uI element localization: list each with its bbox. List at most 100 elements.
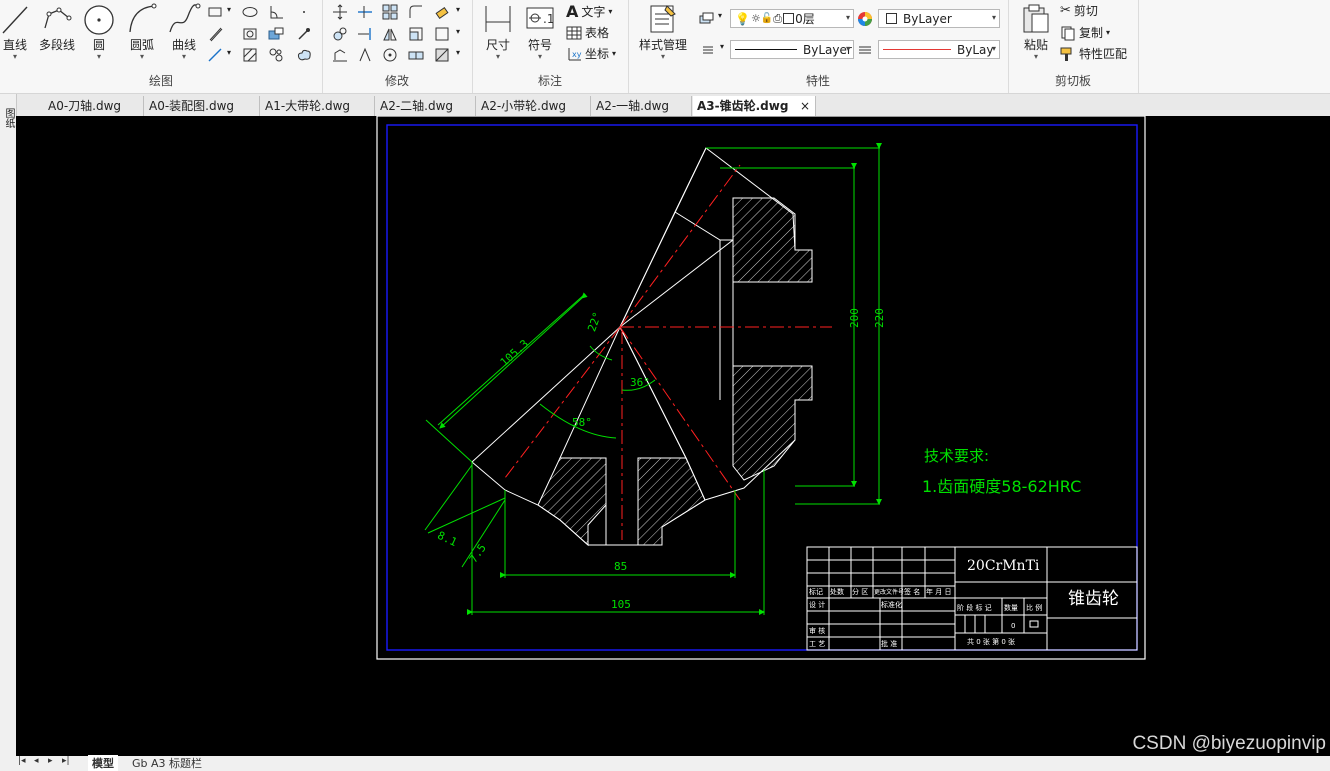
tab-a2-small-pulley[interactable]: A2-小带轮.dwg [477,96,591,116]
paste-dropdown-icon[interactable]: ▾ [1018,53,1054,61]
group-icon[interactable] [268,47,284,63]
layer-dropdown-icon[interactable]: ▾ [846,13,850,22]
nav-prev-icon[interactable]: ◂ [34,756,39,766]
tab-a1-large-pulley[interactable]: A1-大带轮.dwg [261,96,375,116]
tab-close-icon[interactable]: × [800,96,810,116]
table-tool[interactable]: 表格 [566,24,609,41]
polyline-icon [44,7,72,29]
mirror-icon[interactable] [382,26,398,42]
break-icon[interactable] [357,47,373,63]
construction-line-icon[interactable] [207,26,223,42]
tab-a0-knife-shaft[interactable]: A0-刀轴.dwg [44,96,144,116]
tab-a2-shaft-one[interactable]: A2-一轴.dwg [592,96,692,116]
lineweight-list-icon[interactable] [700,41,716,57]
model-tab[interactable]: 模型 [88,755,118,771]
layer-manager-icon[interactable] [698,10,714,26]
layer-combo[interactable]: 💡 ☼ 🔓 ⎙ 0层 ▾ [730,9,854,28]
curve-tool[interactable]: 曲线 ▾ [166,2,202,61]
line-dropdown-icon[interactable]: ▾ [0,53,30,61]
scale-icon[interactable] [408,26,424,42]
explode-icon[interactable] [434,47,450,63]
tb-standard: 标准化 [881,600,902,609]
array-icon[interactable] [382,4,398,20]
tab-a0-assembly[interactable]: A0-装配图.dwg [145,96,260,116]
erase-dropdown-icon[interactable]: ▾ [456,5,460,14]
explode-dropdown-icon[interactable]: ▾ [456,48,460,57]
color-wheel-icon[interactable] [857,11,873,27]
lineweight-list-dropdown-icon[interactable]: ▾ [720,42,724,51]
copy-object-icon[interactable] [332,26,348,42]
text-dropdown-icon[interactable]: ▾ [608,7,612,16]
ray-dropdown-icon[interactable]: ▾ [227,48,231,57]
pick-icon[interactable] [296,26,312,42]
hatch-icon[interactable] [242,47,258,63]
ellipse-icon[interactable] [242,4,258,20]
coordinate-tool[interactable]: xy 坐标 ▾ [566,45,616,62]
erase-icon[interactable] [434,4,450,20]
style-manager-icon [650,5,676,33]
linetype-dropdown-icon[interactable]: ▾ [846,44,850,53]
dim-85: 85 [614,560,627,573]
tb-stage-mark: 阶 段 标 记 [957,603,992,612]
fillet-icon[interactable] [408,4,424,20]
stretch-icon[interactable] [332,47,348,63]
extend-icon[interactable] [357,26,373,42]
dimension-tool[interactable]: 尺寸 ▾ [480,2,516,61]
dimension-dropdown-icon[interactable]: ▾ [480,53,516,61]
line-icon [2,6,28,34]
sun-icon: ☼ [750,12,761,25]
dim-angle-22: 22° [585,310,604,333]
curve-dropdown-icon[interactable]: ▾ [166,53,202,61]
linetype-scale-icon[interactable] [857,42,873,58]
rectangle-icon[interactable] [207,4,223,20]
drawing-canvas[interactable]: 200 220 105.3 22° 36° 58° 8.1 7.5 85 105… [16,116,1330,756]
style-manager-tool[interactable]: 样式管理 ▾ [634,2,692,61]
dim-8-1: 8.1 [435,529,459,549]
paste-tool[interactable]: 粘贴 ▾ [1018,2,1054,61]
offset-icon[interactable] [434,26,450,42]
offset-dropdown-icon[interactable]: ▾ [456,27,460,36]
tab-a3-bevel-gear[interactable]: A3-锥齿轮.dwg × [693,96,816,116]
arc-dropdown-icon[interactable]: ▾ [124,53,160,61]
left-side-strip[interactable]: 图纸 [0,94,17,756]
tb-material: 20CrMnTi [967,558,1040,574]
point-icon[interactable] [296,4,312,20]
color-dropdown-icon[interactable]: ▾ [992,13,996,22]
rectangle-dropdown-icon[interactable]: ▾ [227,5,231,14]
trim-icon[interactable] [357,4,373,20]
rotate-icon[interactable] [382,47,398,63]
lineweight-combo[interactable]: ByLay ▾ [878,40,1000,59]
angle-icon[interactable] [268,4,284,20]
cloud-icon[interactable] [296,47,312,63]
cut-tool[interactable]: ✂ 剪切 [1060,2,1098,19]
color-combo[interactable]: ByLayer ▾ [878,9,1000,28]
layout-tab[interactable]: Gb A3 标题栏 [132,755,202,771]
nav-last-icon[interactable]: ▸| [62,756,70,766]
copy-dropdown-icon[interactable]: ▾ [1106,28,1110,37]
ray-icon[interactable] [207,47,223,63]
style-manager-dropdown-icon[interactable]: ▾ [634,53,692,61]
coordinate-dropdown-icon[interactable]: ▾ [612,49,616,58]
circle-tool[interactable]: 圆 ▾ [82,2,116,61]
symbol-dropdown-icon[interactable]: ▾ [522,53,558,61]
arc-tool[interactable]: 圆弧 ▾ [124,2,160,61]
layer-manager-dropdown-icon[interactable]: ▾ [718,11,722,20]
text-tool[interactable]: A 文字 ▾ [566,2,612,21]
nav-next-icon[interactable]: ▸ [48,756,53,766]
lineweight-dropdown-icon[interactable]: ▾ [992,44,996,53]
table-icon [566,26,582,39]
line-tool[interactable]: 直线 ▾ [0,2,30,61]
polyline-tool[interactable]: 多段线 [36,2,78,53]
symbol-tool[interactable]: .1 符号 ▾ [522,2,558,61]
join-icon[interactable] [408,47,424,63]
circle-dropdown-icon[interactable]: ▾ [82,53,116,61]
properties-panel: 样式管理 ▾ ▾ ▾ 💡 ☼ 🔓 ⎙ 0层 ▾ ByLayer ▾ ByLaye… [628,0,1009,93]
nav-first-icon[interactable]: |◂ [18,756,26,766]
match-properties-tool[interactable]: 特性匹配 [1060,45,1127,62]
move-icon[interactable] [332,4,348,20]
region-icon[interactable] [242,26,258,42]
block-icon[interactable] [268,26,284,42]
tab-a2-shaft-two[interactable]: A2-二轴.dwg [376,96,476,116]
linetype-combo[interactable]: ByLayer ▾ [730,40,854,59]
copy-tool[interactable]: 复制 ▾ [1060,24,1110,41]
